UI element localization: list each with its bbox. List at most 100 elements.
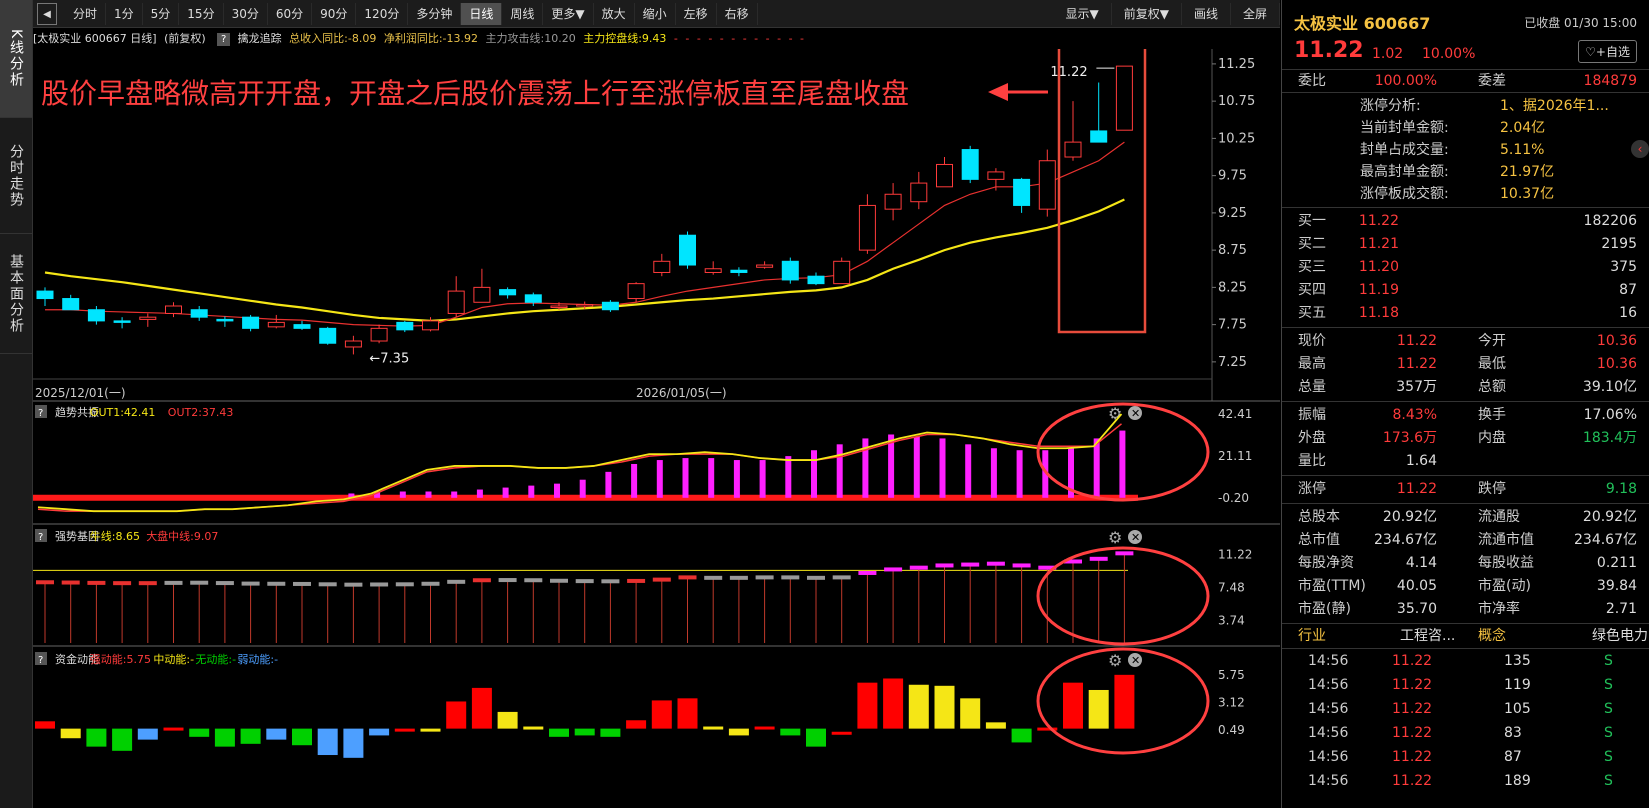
- candle-body: [524, 294, 542, 303]
- period-button-2[interactable]: 5分: [143, 2, 180, 25]
- order-book-row[interactable]: 买一 11.22 182206: [1282, 210, 1649, 233]
- y-tick-label: 3.74: [1218, 614, 1245, 628]
- stat-value: 40.05: [1396, 578, 1437, 594]
- period-button-15[interactable]: 右移: [717, 2, 758, 25]
- gene-marker: [190, 580, 209, 585]
- stat-label: 市盈(TTM): [1298, 578, 1366, 594]
- legend-dashes: - - - - - - - - - - - -: [673, 32, 807, 45]
- left-tab-0[interactable]: K线分析: [0, 0, 32, 118]
- last-price: 11.22: [1294, 38, 1364, 63]
- candle-body: [1064, 141, 1082, 158]
- toolbar-right-button-3[interactable]: 全屏: [1231, 2, 1280, 25]
- order-book-row[interactable]: 买三 11.20 375: [1282, 256, 1649, 279]
- left-tab-2[interactable]: 基本面分析: [0, 234, 32, 354]
- limit-stats: 涨停 11.22 跌停 9.18: [1282, 476, 1649, 504]
- period-button-0[interactable]: 分时: [65, 2, 107, 25]
- momentum-bar: [163, 727, 184, 731]
- y-tick-label: 21.11: [1218, 449, 1252, 463]
- candle-body: [936, 163, 953, 188]
- concept-value[interactable]: 绿色电力: [1592, 624, 1648, 648]
- left-tab-1[interactable]: 分时走势: [0, 118, 32, 234]
- candle-body: [447, 290, 465, 314]
- stat-label: 涨停: [1298, 481, 1326, 497]
- momentum-bar: [1088, 689, 1109, 729]
- candle-body: [807, 275, 825, 285]
- stat-row: 总股本 20.92亿 流通股 20.92亿: [1282, 506, 1649, 529]
- stat-label-2: 换手: [1478, 407, 1506, 423]
- stat-label-2: 内盘: [1478, 430, 1506, 446]
- period-button-10[interactable]: 周线: [502, 2, 544, 25]
- toolbar-right-button-2[interactable]: 画线: [1182, 2, 1231, 25]
- stat-label-2: 流通市值: [1478, 532, 1534, 548]
- candle-body: [190, 309, 208, 318]
- momentum-bar: [420, 728, 441, 732]
- momentum-bar: [369, 728, 390, 736]
- candle-body: [267, 321, 285, 328]
- period-button-7[interactable]: 120分: [356, 2, 409, 25]
- stat-label: 量比: [1298, 453, 1326, 469]
- period-button-11[interactable]: 更多▼: [543, 2, 594, 25]
- stat-value: 11.22: [1396, 481, 1437, 497]
- period-button-3[interactable]: 15分: [179, 2, 224, 25]
- back-arrow-icon[interactable]: ◀: [37, 2, 57, 25]
- limit-up-value: 5.11%: [1500, 142, 1545, 158]
- stat-label: 最高: [1298, 356, 1326, 372]
- toolbar-right-group: 显示▼ 前复权▼ 画线 全屏: [1054, 2, 1280, 25]
- help-icon-mark: ?: [38, 532, 43, 543]
- momentum-bar: [1114, 674, 1135, 729]
- trend-bar: [939, 438, 946, 498]
- indicator-name[interactable]: 擒龙追踪: [238, 32, 282, 45]
- momentum-bar: [703, 726, 724, 730]
- momentum-bar: [1063, 682, 1083, 729]
- collapse-arrow-icon[interactable]: ‹: [1631, 140, 1649, 158]
- period-button-8[interactable]: 多分钟: [408, 2, 462, 25]
- period-button-6[interactable]: 90分: [312, 2, 357, 25]
- buy-volume: 87: [1619, 282, 1637, 298]
- period-button-9[interactable]: 日线: [461, 2, 503, 25]
- settings-gear-icon[interactable]: ⚙: [1108, 651, 1122, 670]
- stat-row: 振幅 8.43% 换手 17.06%: [1282, 404, 1649, 427]
- momentum-bar: [549, 728, 569, 737]
- stat-label: 总市值: [1298, 532, 1340, 548]
- tick-list[interactable]: 14:56 11.22 135 S 14:56 11.22 119 S 14:56 11.22 10…: [1282, 648, 1649, 793]
- gene-marker: [884, 567, 903, 572]
- help-icon[interactable]: ?: [217, 33, 231, 46]
- settings-gear-icon[interactable]: ⚙: [1108, 528, 1122, 547]
- toolbar-right-button-0[interactable]: 显示▼: [1054, 2, 1112, 25]
- gene-marker: [524, 578, 543, 583]
- period-button-13[interactable]: 缩小: [635, 2, 676, 25]
- gene-marker: [627, 578, 646, 583]
- order-book-row[interactable]: 买四 11.19 87: [1282, 279, 1649, 302]
- help-icon-mark: ?: [38, 408, 43, 419]
- gene-marker: [909, 565, 928, 570]
- high-price-label: 11.22: [1050, 65, 1087, 80]
- add-watchlist-button[interactable]: ♡+自选: [1578, 40, 1637, 63]
- period-button-12[interactable]: 放大: [594, 2, 635, 25]
- trend-bar: [785, 456, 792, 498]
- momentum-bar: [112, 728, 133, 751]
- stat-label-2: 总额: [1478, 379, 1506, 395]
- stat-row: 最高 11.22 最低 10.36: [1282, 353, 1649, 376]
- quote-panel: 太极实业 600667 已收盘 01/30 15:00 11.22 1.02 1…: [1281, 0, 1649, 808]
- candle-body: [62, 298, 80, 311]
- stat-value: 8.43%: [1392, 407, 1437, 423]
- tick-volume: 119: [1504, 677, 1531, 693]
- tick-row: 14:56 11.22 135 S: [1282, 649, 1649, 673]
- stat-value-2: 234.67亿: [1574, 532, 1637, 548]
- order-book-row[interactable]: 买五 11.18 16: [1282, 302, 1649, 325]
- toolbar-right-button-1[interactable]: 前复权▼: [1112, 2, 1182, 25]
- period-button-14[interactable]: 左移: [676, 2, 717, 25]
- candle-body: [293, 324, 311, 329]
- period-button-4[interactable]: 30分: [224, 2, 268, 25]
- tick-side: S: [1604, 773, 1613, 789]
- momentum-bar: [600, 728, 621, 737]
- period-button-5[interactable]: 60分: [268, 2, 313, 25]
- stat-value-2: 10.36: [1596, 356, 1637, 372]
- industry-value[interactable]: 工程咨...: [1400, 624, 1455, 648]
- period-button-1[interactable]: 1分: [106, 2, 143, 25]
- buy-volume: 375: [1610, 259, 1637, 275]
- kline-chart-area[interactable]: 11.25 10.75 10.25 9.75 9.25 8.75 8.25 7.75 7.25 1…: [33, 49, 1280, 808]
- trend-bar: [631, 463, 638, 498]
- order-book-row[interactable]: 买二 11.21 2195: [1282, 233, 1649, 256]
- momentum-bar: [934, 685, 955, 729]
